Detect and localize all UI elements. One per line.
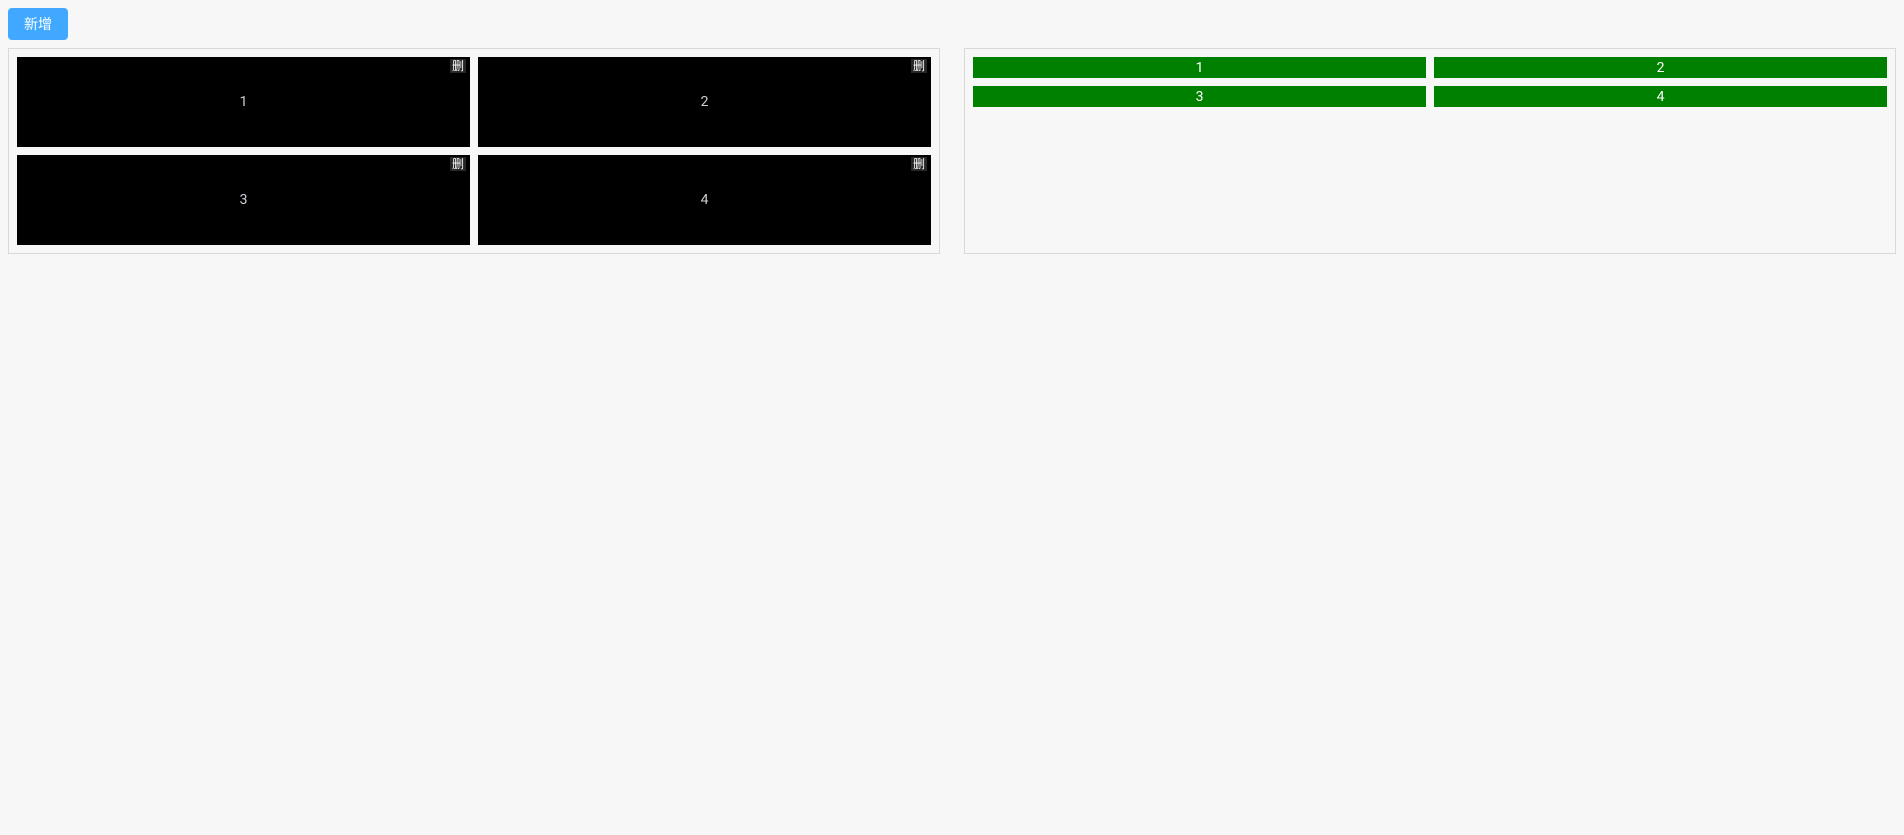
add-button[interactable]: 新增: [8, 8, 68, 40]
delete-button[interactable]: 删: [450, 59, 466, 73]
right-card[interactable]: 2: [1434, 57, 1887, 78]
delete-button[interactable]: 删: [911, 157, 927, 171]
card-label: 3: [240, 192, 248, 208]
toolbar: 新增: [8, 8, 1896, 40]
left-card[interactable]: 删 4: [478, 155, 931, 245]
delete-button[interactable]: 删: [911, 59, 927, 73]
left-panel: 删 1 删 2 删 3 删 4: [8, 48, 940, 254]
left-grid: 删 1 删 2 删 3 删 4: [17, 57, 931, 245]
main-container: 删 1 删 2 删 3 删 4 1 2: [8, 48, 1896, 254]
left-card[interactable]: 删 2: [478, 57, 931, 147]
right-card[interactable]: 3: [973, 86, 1426, 107]
card-label: 2: [701, 94, 709, 110]
card-label: 4: [701, 192, 709, 208]
left-card[interactable]: 删 3: [17, 155, 470, 245]
card-label: 1: [1196, 60, 1204, 76]
right-panel: 1 2 3 4: [964, 48, 1896, 254]
card-label: 1: [240, 94, 248, 110]
card-label: 2: [1657, 60, 1665, 76]
card-label: 3: [1196, 89, 1204, 105]
left-card[interactable]: 删 1: [17, 57, 470, 147]
delete-button[interactable]: 删: [450, 157, 466, 171]
right-card[interactable]: 4: [1434, 86, 1887, 107]
right-card[interactable]: 1: [973, 57, 1426, 78]
right-grid: 1 2 3 4: [973, 57, 1887, 107]
card-label: 4: [1657, 89, 1665, 105]
